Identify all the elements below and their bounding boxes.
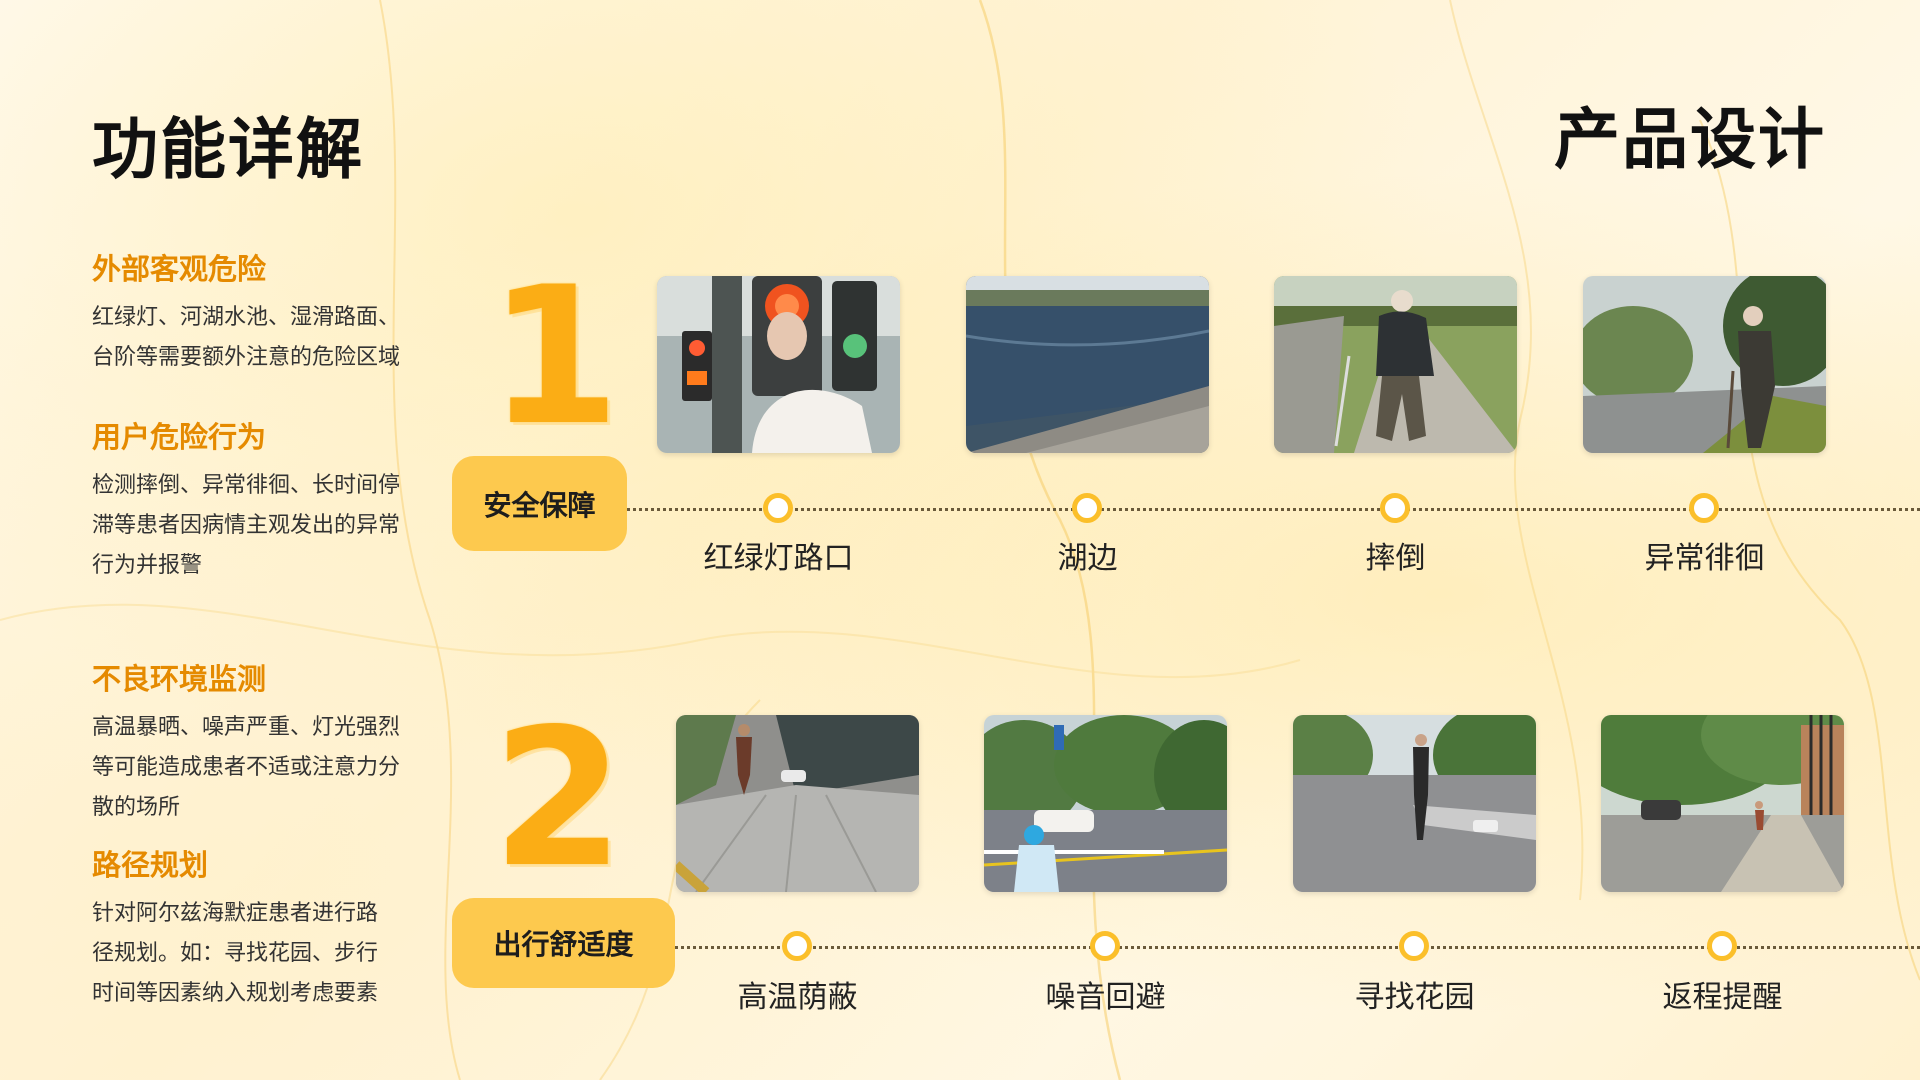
lakeside-photo [966, 276, 1209, 453]
feature-block-route-planning: 路径规划 针对阿尔兹海默症患者进行路 径规划。如：寻找花园、步行 时间等因素纳入… [92, 842, 442, 1014]
feature-text-line: 台阶等需要额外注意的危险区域 [92, 345, 401, 370]
caption-wandering: 异常徘徊 [1644, 541, 1765, 576]
category-pill-safety: 安全保障 [452, 456, 627, 551]
feature-block-environment: 不良环境监测 高温暴晒、噪声严重、灯光强烈 等可能造成患者不适或注意力分 散的场… [92, 656, 442, 828]
row-number-2: 2 [492, 688, 625, 909]
caption-traffic-light: 红绿灯路口 [703, 541, 854, 576]
feature-text: 红绿灯、河湖水池、湿滑路面、 台阶等需要额外注意的危险区域 [92, 298, 442, 378]
feature-text-line: 径规划。如：寻找花园、步行 [92, 941, 379, 966]
feature-text: 检测摔倒、异常徘徊、长时间停 滞等患者因病情主观发出的异常 行为并报警 [92, 466, 442, 586]
timeline-dot [1707, 931, 1737, 961]
feature-text-line: 滞等患者因病情主观发出的异常 [92, 513, 401, 538]
feature-text-line: 行为并报警 [92, 553, 203, 578]
caption-find-garden: 寻找花园 [1354, 980, 1475, 1015]
feature-text-line: 时间等因素纳入规划考虑要素 [92, 981, 379, 1006]
caption-return-reminder: 返程提醒 [1662, 980, 1783, 1015]
slide-title: 功能详解 [92, 111, 364, 188]
caption-heat-shade: 高温荫蔽 [737, 980, 858, 1015]
category-pill-comfort: 出行舒适度 [452, 898, 675, 988]
feature-block-external-danger: 外部客观危险 红绿灯、河湖水池、湿滑路面、 台阶等需要额外注意的危险区域 [92, 246, 442, 378]
caption-fall: 摔倒 [1365, 541, 1426, 576]
timeline-dot [1072, 493, 1102, 523]
feature-text-line: 检测摔倒、异常徘徊、长时间停 [92, 473, 401, 498]
timeline-dot [1399, 931, 1429, 961]
caption-lakeside: 湖边 [1057, 541, 1118, 576]
timeline-dot [1090, 931, 1120, 961]
tree-lined-street-photo [1601, 715, 1844, 892]
shaded-sidewalk-robot-dog-photo [676, 715, 919, 892]
feature-heading: 路径规划 [92, 848, 209, 882]
timeline-dot [782, 931, 812, 961]
elder-with-cane-walking-photo [1274, 276, 1517, 453]
section-title: 产品设计 [1554, 101, 1826, 178]
feature-text-line: 散的场所 [92, 795, 181, 820]
row-number-1: 1 [488, 246, 621, 467]
feature-text: 针对阿尔兹海默症患者进行路 径规划。如：寻找花园、步行 时间等因素纳入规划考虑要… [92, 894, 442, 1014]
feature-text-line: 高温暴晒、噪声严重、灯光强烈 [92, 715, 401, 740]
timeline-line-1 [627, 508, 1920, 511]
feature-heading: 外部客观危险 [92, 252, 267, 286]
timeline-dot [763, 493, 793, 523]
feature-text-line: 红绿灯、河湖水池、湿滑路面、 [92, 305, 401, 330]
traffic-light-elder-photo [657, 276, 900, 453]
crosswalk-park-photo [1293, 715, 1536, 892]
timeline-dot [1689, 493, 1719, 523]
feature-text: 高温暴晒、噪声严重、灯光强烈 等可能造成患者不适或注意力分 散的场所 [92, 708, 442, 828]
feature-heading: 用户危险行为 [92, 420, 267, 454]
busy-street-scooter-photo [984, 715, 1227, 892]
timeline-dot [1380, 493, 1410, 523]
feature-text-line: 等可能造成患者不适或注意力分 [92, 755, 401, 780]
elder-wandering-roadside-photo [1583, 276, 1826, 453]
caption-noise-avoid: 噪音回避 [1045, 980, 1166, 1015]
feature-text-line: 针对阿尔兹海默症患者进行路 [92, 901, 379, 926]
feature-block-user-danger: 用户危险行为 检测摔倒、异常徘徊、长时间停 滞等患者因病情主观发出的异常 行为并… [92, 414, 442, 586]
feature-heading: 不良环境监测 [92, 662, 267, 696]
